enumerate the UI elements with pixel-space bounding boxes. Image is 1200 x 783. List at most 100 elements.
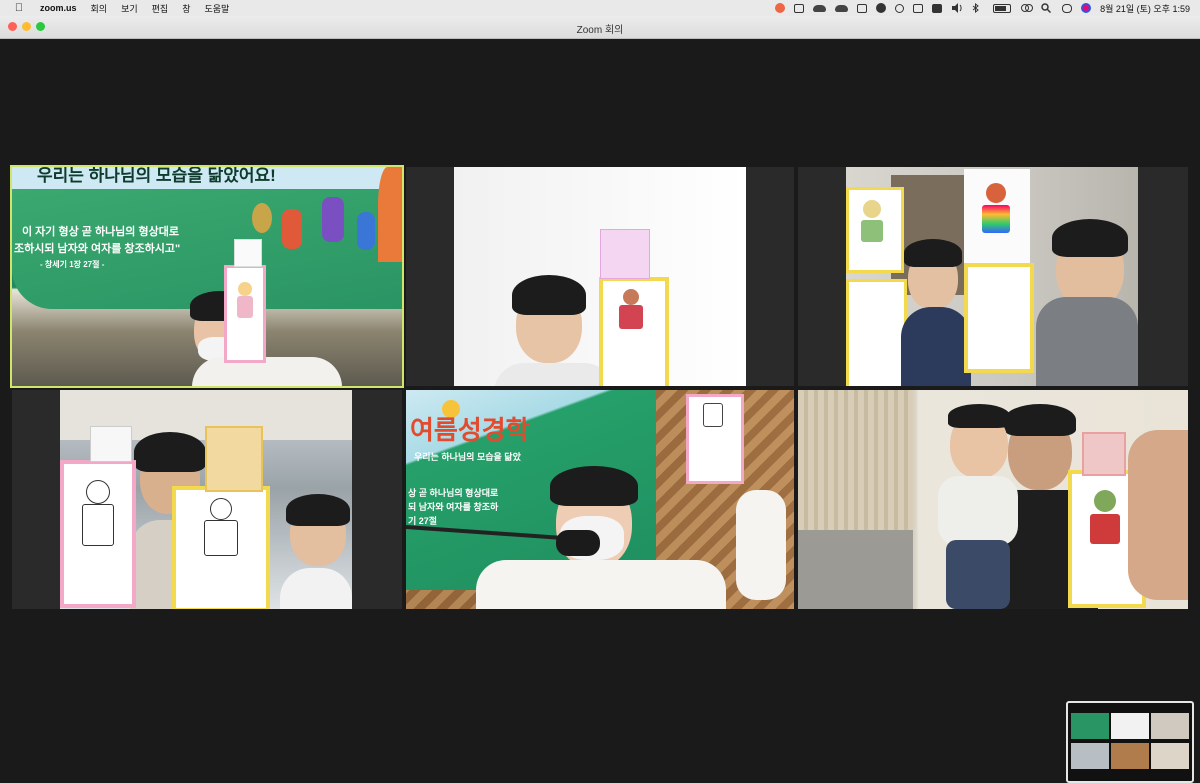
- contrast-icon[interactable]: [876, 3, 887, 13]
- microphone-icon: [556, 530, 600, 556]
- thumbnail-tile: [1111, 713, 1149, 739]
- drawing-body: [237, 296, 253, 318]
- paper-doll-card: [846, 187, 904, 273]
- participant-hair: [1004, 404, 1076, 436]
- participant-video-tile-2[interactable]: [406, 167, 794, 386]
- participant-shirt: [494, 363, 614, 386]
- window-title-bar: Zoom 회의: [0, 16, 1200, 39]
- baby-hair: [948, 404, 1010, 428]
- participant-video-tile-5[interactable]: 여름성경학 우리는 하나님의 모습을 닮았 상 곧 하나님의 형상대로 되 남자…: [406, 390, 794, 609]
- thumbnail-tile: [1071, 713, 1109, 739]
- volume-icon[interactable]: [951, 3, 963, 13]
- banner-tree: [378, 167, 402, 262]
- drawing-head: [986, 183, 1006, 203]
- banner-title: 여름성경학: [410, 415, 530, 445]
- camera-icon[interactable]: [794, 3, 805, 13]
- banner-cartoon-child: [322, 197, 344, 242]
- search-icon[interactable]: [1041, 3, 1053, 14]
- menu-app-zoom[interactable]: zoom.us: [40, 3, 77, 13]
- apple-logo-icon[interactable]: : [12, 2, 26, 14]
- cloud-icon[interactable]: [813, 4, 827, 12]
- battery-icon[interactable]: [993, 3, 1012, 13]
- participant-video-tile-1[interactable]: 우리는 하나님의 모습을 닮았어요! 이 자기 형상 곧 하나님의 형상대로 조…: [10, 165, 404, 388]
- participant-shirt: [476, 560, 726, 609]
- paper-doll-top: [205, 426, 263, 492]
- drawing-body: [861, 220, 883, 242]
- control-center-icon[interactable]: [1062, 3, 1073, 13]
- drawing-body: [619, 305, 643, 329]
- participant-video-tile-4[interactable]: [12, 390, 402, 609]
- paper-doll-card: [846, 279, 907, 386]
- drawing-head: [623, 289, 639, 305]
- menu-window[interactable]: 창: [182, 2, 190, 15]
- participant-hair: [134, 432, 206, 472]
- play-fence: [798, 530, 913, 609]
- drawing-head: [238, 282, 252, 296]
- paper-doll-card: [964, 263, 1034, 373]
- window-title: Zoom 회의: [576, 25, 624, 36]
- drawing-body: [82, 504, 114, 546]
- dashboard-icon[interactable]: [857, 3, 868, 13]
- thumbnail-tile: [1151, 713, 1189, 739]
- paper-doll-top: [234, 239, 262, 267]
- paper-doll-top: [90, 426, 132, 462]
- participant-video-5: 여름성경학 우리는 하나님의 모습을 닮았 상 곧 하나님의 형상대로 되 남자…: [406, 390, 794, 609]
- menu-meeting[interactable]: 회의: [91, 2, 108, 15]
- paper-doll-top: [964, 169, 1030, 263]
- menu-clock[interactable]: 8월 21일 (토) 오후 1:59: [1100, 2, 1190, 15]
- participant-video-1: 우리는 하나님의 모습을 닮았어요! 이 자기 형상 곧 하나님의 형상대로 조…: [12, 167, 402, 386]
- participant-video-2: [454, 167, 746, 386]
- drawing-head: [1094, 490, 1116, 512]
- menu-help[interactable]: 도움말: [204, 2, 229, 15]
- participant-hair: [512, 275, 586, 315]
- paper-doll-card: [599, 277, 669, 386]
- paper-doll-top: [1082, 432, 1126, 476]
- zoom-share-icon[interactable]: [775, 3, 786, 13]
- paper-doll-top: [600, 229, 650, 279]
- bluetooth-icon[interactable]: [972, 2, 984, 14]
- siri-icon[interactable]: [1081, 3, 1092, 13]
- banner-verse-line-2: 되 남자와 여자를 창조하: [408, 502, 499, 512]
- thumbnail-tile: [1111, 743, 1149, 769]
- participant-arm: [736, 490, 786, 600]
- paper-doll-card: [686, 394, 744, 484]
- banner-verse-reference: - 창세기 1장 27절 -: [40, 260, 105, 269]
- macos-menu-bar:  zoom.us 회의 보기 편집 창 도움말 8월 21일 (토) 오후: [0, 0, 1200, 16]
- cloud-icon[interactable]: [835, 4, 849, 12]
- menu-edit[interactable]: 편집: [152, 2, 169, 15]
- participant-video-tile-6[interactable]: [798, 390, 1188, 609]
- drawing-body: [1090, 514, 1120, 544]
- banner-tree: [252, 203, 272, 233]
- baby-shirt: [938, 476, 1018, 546]
- paper-doll-card: [172, 486, 270, 609]
- gallery-thumbnail-preview[interactable]: [1066, 701, 1194, 783]
- participant-video-3: [846, 167, 1138, 386]
- participant-hair: [904, 239, 962, 267]
- link-icon[interactable]: [1020, 3, 1034, 13]
- translate-icon[interactable]: [932, 3, 943, 13]
- paper-doll-card: [224, 265, 266, 363]
- banner-verse-line-1: 이 자기 형상 곧 하나님의 형상대로: [22, 226, 179, 238]
- participant-video-4: [60, 390, 352, 609]
- participant-video-6: [798, 390, 1188, 609]
- drawing-head: [86, 480, 110, 504]
- banner-verse-line-2: 조하시되 남자와 여자를 창조하시고": [14, 243, 181, 255]
- drawing-body: [204, 520, 238, 556]
- participant-hair: [550, 466, 638, 506]
- drawing-head: [863, 200, 881, 218]
- participant-hair: [1052, 219, 1128, 257]
- banner-title: 우리는 하나님의 모습을 닮았어요!: [37, 167, 276, 185]
- thumbnail-tile: [1071, 743, 1109, 769]
- drawing-body: [703, 403, 723, 427]
- window-icon[interactable]: [913, 3, 924, 13]
- participant-video-tile-3[interactable]: [798, 167, 1188, 386]
- banner-cartoon-child: [282, 209, 302, 249]
- banner-verse-line-1: 상 곧 하나님의 형상대로: [408, 488, 499, 498]
- play-icon[interactable]: [895, 3, 905, 13]
- participant-shirt: [280, 568, 352, 609]
- meeting-gallery: 우리는 하나님의 모습을 닮았어요! 이 자기 형상 곧 하나님의 형상대로 조…: [0, 39, 1200, 783]
- banner-subtitle: 우리는 하나님의 모습을 닮았: [414, 452, 521, 462]
- menu-view[interactable]: 보기: [121, 2, 138, 15]
- participant-shirt: [192, 357, 342, 386]
- drawing-body: [982, 205, 1010, 233]
